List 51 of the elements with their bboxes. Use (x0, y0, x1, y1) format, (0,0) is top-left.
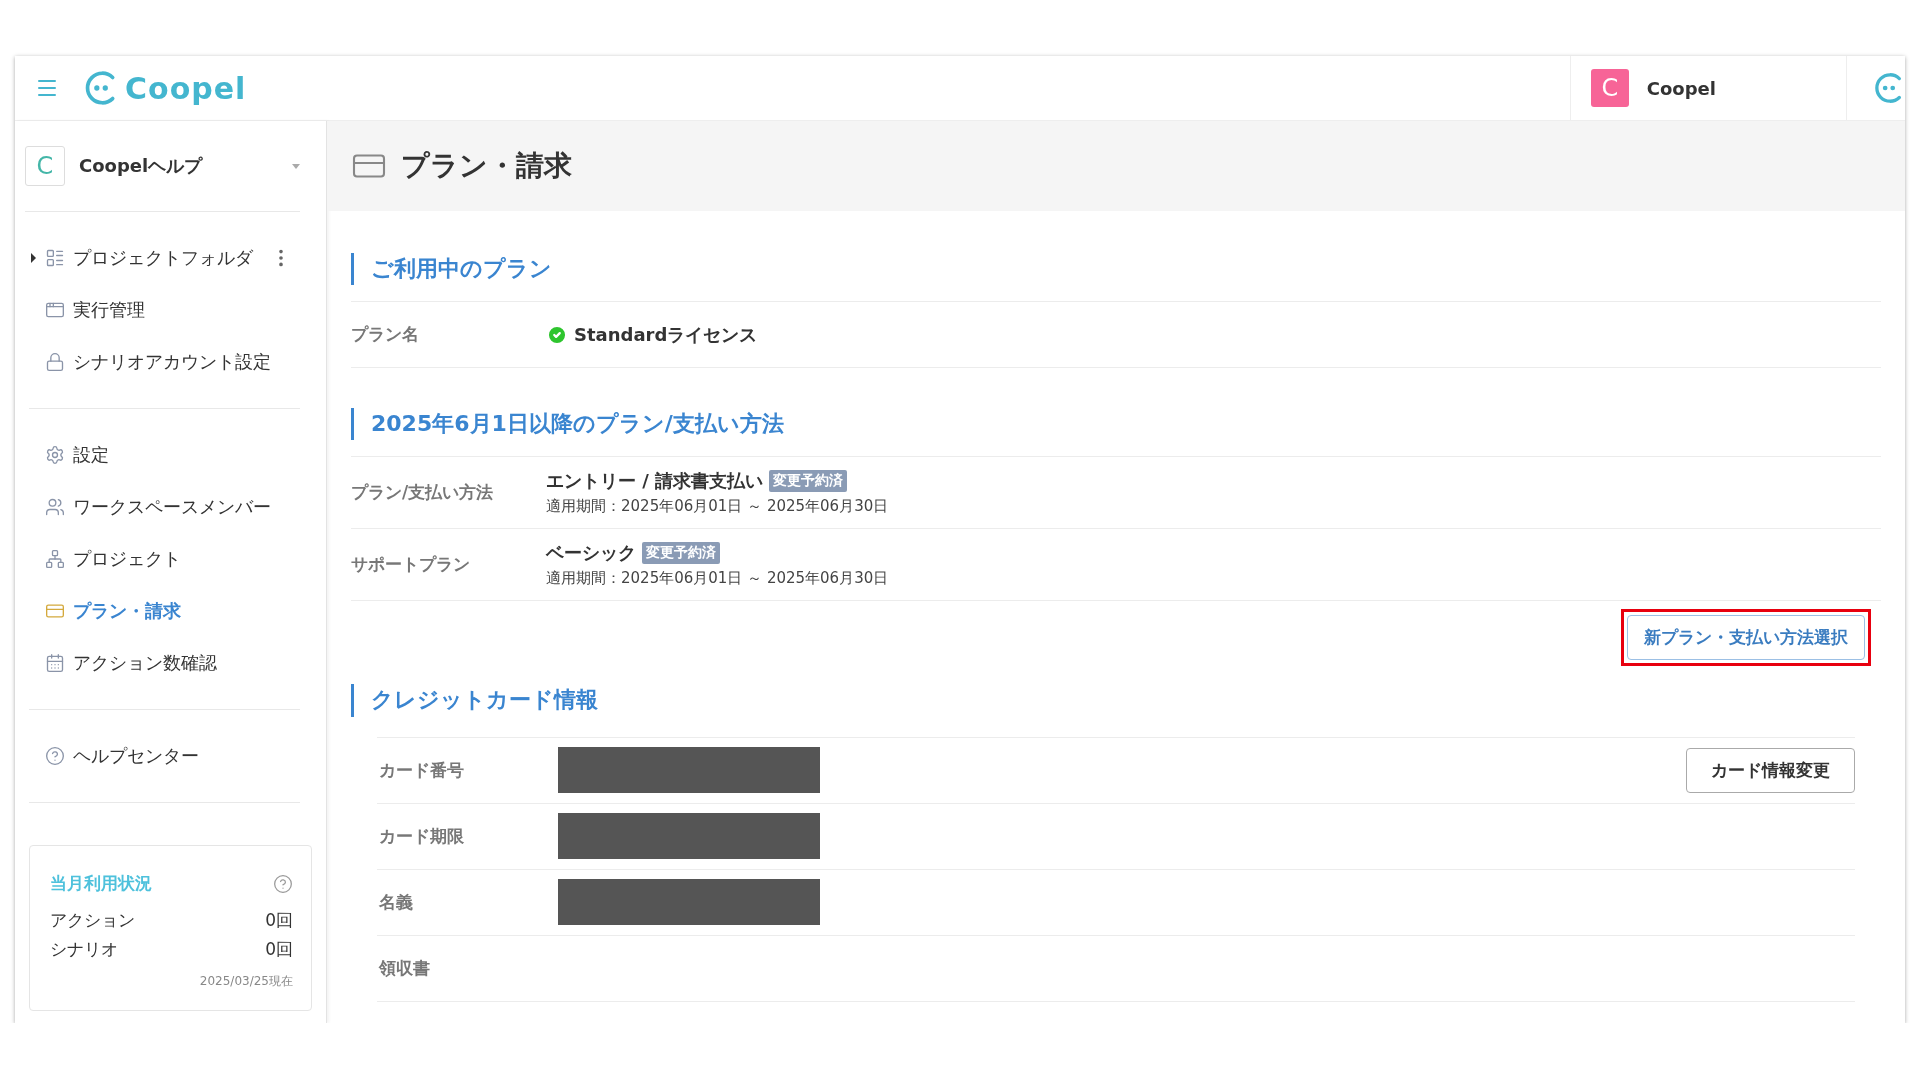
usage-label: シナリオ (50, 938, 118, 961)
window-icon (45, 300, 65, 320)
help-icon (45, 746, 65, 766)
field-label: カード番号 (378, 758, 465, 782)
workspace-avatar: C (25, 146, 65, 186)
field-label: プラン/支払い方法 (351, 481, 495, 505)
sidebar-item[interactable]: プロジェクトフォルダ (29, 232, 300, 284)
logo-text: Coopel (125, 70, 247, 106)
sidebar-item[interactable]: プラン・請求 (29, 585, 300, 637)
plan-name: Standardライセンス (574, 322, 758, 347)
usage-label: アクション (50, 909, 135, 932)
field-label: サポートプラン (351, 553, 471, 577)
field-label: プラン名 (351, 323, 420, 347)
field-label: 領収書 (377, 956, 431, 980)
sidebar-item[interactable]: ヘルプセンター (29, 730, 300, 782)
change-card-button[interactable]: カード情報変更 (1686, 747, 1855, 793)
dropdown-caret-icon[interactable] (292, 163, 300, 169)
section-heading: ご利用中のプラン (351, 253, 1881, 286)
network-icon (45, 549, 65, 569)
status-badge: 変更予約済 (769, 470, 848, 493)
settings-icon (45, 445, 65, 465)
usage-title: 当月利用状況 (50, 872, 152, 895)
sidebar-item[interactable]: ワークスペースメンバー (29, 481, 300, 533)
plan-value: ベーシック (546, 541, 636, 566)
field-label: 名義 (378, 890, 414, 914)
calendar-icon (45, 653, 65, 673)
list-icon (45, 248, 65, 268)
select-plan-button[interactable]: 新プラン・支払い方法選択 (1627, 615, 1865, 661)
sidebar-item[interactable]: アクション数確認 (29, 637, 300, 689)
sidebar-item[interactable]: 設定 (29, 429, 300, 481)
user-name: Coopel (1646, 77, 1716, 99)
sidebar-item[interactable]: シナリオアカウント設定 (29, 336, 300, 388)
section-heading: クレジットカード情報 (351, 684, 1881, 717)
sidebar-item[interactable]: プロジェクト (29, 533, 300, 585)
usage-count: 0回 (265, 938, 293, 961)
field-label: カード期限 (378, 824, 465, 848)
status-badge: 変更予約済 (642, 542, 720, 565)
section-heading: 2025年6月1日以降のプラン/支払い方法 (351, 408, 1881, 441)
sidebar-item[interactable]: 実行管理 (29, 284, 300, 336)
period-text: 適用期間：2025年06月01日 ～ 2025年06月30日 (546, 569, 889, 589)
plan-value: エントリー / 請求書支払い (546, 469, 764, 494)
help-icon[interactable] (273, 873, 293, 894)
usage-count: 0回 (265, 909, 293, 932)
user-avatar: C (1590, 69, 1629, 107)
lock-icon (45, 352, 65, 372)
users-icon (45, 497, 65, 517)
page-title: プラン・請求 (401, 148, 572, 184)
usage-date: 2025/03/25現在 (199, 973, 293, 990)
period-text: 適用期間：2025年06月01日 ～ 2025年06月30日 (546, 497, 889, 517)
workspace-name[interactable]: Coopelヘルプ (79, 154, 278, 178)
expand-caret-icon[interactable] (31, 253, 36, 263)
